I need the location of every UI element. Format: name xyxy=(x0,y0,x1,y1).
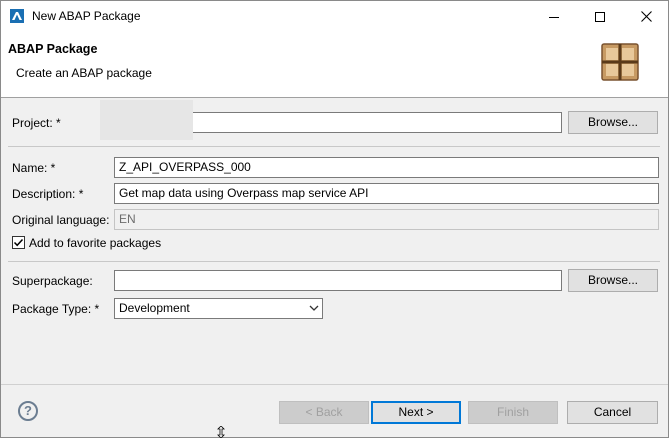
package-type-select[interactable]: Development xyxy=(114,298,323,319)
checkmark-icon xyxy=(13,238,24,247)
separator xyxy=(8,261,660,262)
title-bar: New ABAP Package xyxy=(1,1,668,32)
package-icon xyxy=(601,43,639,81)
close-icon xyxy=(640,11,652,22)
separator xyxy=(8,146,660,147)
name-label: Name: * xyxy=(12,161,56,175)
original-language-label: Original language: xyxy=(12,213,110,227)
favorite-checkbox[interactable] xyxy=(12,236,25,249)
chevron-down-icon xyxy=(309,305,319,311)
mouse-cursor-icon xyxy=(217,426,225,438)
package-type-value: Development xyxy=(119,301,190,315)
wizard-header: ABAP Package Create an ABAP package xyxy=(1,32,668,98)
package-type-label: Package Type: * xyxy=(12,302,100,316)
description-label: Description: * xyxy=(12,187,84,201)
minimize-button[interactable] xyxy=(531,1,577,32)
project-field[interactable] xyxy=(192,112,562,133)
project-label: Project: * xyxy=(12,116,61,130)
project-browse-button[interactable]: Browse... xyxy=(568,111,658,134)
maximize-button[interactable] xyxy=(577,1,623,32)
help-icon[interactable]: ? xyxy=(18,401,38,421)
superpackage-field[interactable] xyxy=(114,270,562,291)
new-abap-package-dialog: New ABAP Package ABAP Package Create an … xyxy=(0,0,669,438)
superpackage-browse-button[interactable]: Browse... xyxy=(568,269,658,292)
cancel-button[interactable]: Cancel xyxy=(567,401,658,424)
project-redacted-area xyxy=(100,100,193,140)
close-button[interactable] xyxy=(623,1,669,32)
superpackage-label: Superpackage: xyxy=(12,274,93,288)
page-title: ABAP Package xyxy=(8,42,98,56)
maximize-icon xyxy=(595,11,605,22)
footer-separator xyxy=(1,384,668,385)
favorite-label[interactable]: Add to favorite packages xyxy=(29,236,161,250)
finish-button[interactable]: Finish xyxy=(468,401,558,424)
back-button[interactable]: < Back xyxy=(279,401,369,424)
name-field[interactable]: Z_API_OVERPASS_000 xyxy=(114,157,659,178)
minimize-icon xyxy=(549,16,559,18)
original-language-field: EN xyxy=(114,209,659,230)
page-subtitle: Create an ABAP package xyxy=(16,66,152,80)
description-field[interactable]: Get map data using Overpass map service … xyxy=(114,183,659,204)
eclipse-abap-icon xyxy=(10,9,24,23)
next-button[interactable]: Next > xyxy=(371,401,461,424)
window-title: New ABAP Package xyxy=(32,9,141,23)
